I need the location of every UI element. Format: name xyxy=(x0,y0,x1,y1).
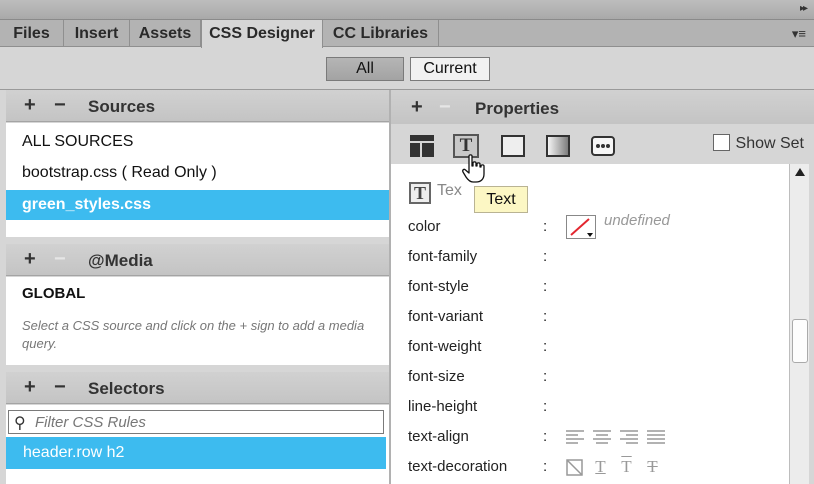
prop-row-font-size[interactable]: font-size : xyxy=(408,362,783,392)
property-category-bar: T Show Set xyxy=(391,124,814,164)
align-center-icon[interactable] xyxy=(593,430,611,444)
source-item-bootstrap[interactable]: bootstrap.css ( Read Only ) xyxy=(6,158,389,188)
prop-row-color: color : undefined xyxy=(408,212,783,242)
sources-title: Sources xyxy=(88,97,156,116)
prop-colon: : xyxy=(543,458,548,475)
underline-icon[interactable]: T xyxy=(592,457,609,477)
filter-css-rules-input[interactable] xyxy=(35,413,375,431)
background-icon[interactable] xyxy=(545,134,571,158)
tab-cc-libraries[interactable]: CC Libraries xyxy=(323,20,439,47)
prop-colon: : xyxy=(543,338,548,355)
media-header: + − @Media xyxy=(6,244,389,276)
prop-row-font-style[interactable]: font-style : xyxy=(408,272,783,302)
panel-title-strip: ▸▸ xyxy=(0,0,814,20)
prop-colon: : xyxy=(543,308,548,325)
view-toggle: All Current xyxy=(0,57,814,81)
color-value[interactable]: undefined xyxy=(604,212,670,229)
media-title: @Media xyxy=(88,251,153,270)
selectors-header: + − Selectors xyxy=(6,372,389,404)
text-section-label: Tex xyxy=(437,182,462,199)
prop-name: text-align xyxy=(408,428,469,445)
double-chevron-right-icon[interactable]: ▸▸ xyxy=(800,3,808,14)
tooltip: Text xyxy=(474,186,528,213)
prop-name: font-weight xyxy=(408,338,482,355)
prop-colon: : xyxy=(543,398,548,415)
align-right-icon[interactable] xyxy=(620,430,638,444)
show-set-checkbox[interactable]: Show Set xyxy=(712,134,804,156)
panel-menu-icon[interactable]: ▾≡ xyxy=(792,26,806,42)
show-set-label: Show Set xyxy=(735,135,804,152)
checkbox-icon[interactable] xyxy=(712,134,730,151)
remove-selector-button[interactable]: − xyxy=(54,376,66,399)
tab-files[interactable]: Files xyxy=(0,20,64,47)
filter-css-rules: ⚲ xyxy=(8,410,384,434)
color-swatch[interactable] xyxy=(566,215,596,239)
add-source-button[interactable]: + xyxy=(24,94,36,117)
prop-name: text-decoration xyxy=(408,458,508,475)
prop-row-line-height[interactable]: line-height : xyxy=(408,392,783,422)
media-list: GLOBAL Select a CSS source and click on … xyxy=(6,277,389,365)
line-through-icon[interactable]: T xyxy=(644,457,661,477)
hand-pointer-icon xyxy=(462,154,485,183)
prop-colon: : xyxy=(543,248,548,265)
prop-colon: : xyxy=(543,368,548,385)
selectors-title: Selectors xyxy=(88,379,165,398)
border-icon[interactable] xyxy=(500,134,526,158)
layout-icon[interactable] xyxy=(409,134,435,158)
tab-css-designer[interactable]: CSS Designer xyxy=(201,20,323,48)
tab-insert[interactable]: Insert xyxy=(64,20,130,47)
prop-colon: : xyxy=(543,218,548,235)
prop-name: color xyxy=(408,218,441,235)
source-item-green-styles[interactable]: green_styles.css xyxy=(6,190,389,220)
media-global-item[interactable]: GLOBAL xyxy=(22,285,85,302)
prop-name: font-variant xyxy=(408,308,484,325)
panel-tab-bar: Files Insert Assets CSS Designer CC Libr… xyxy=(0,20,814,48)
sources-header: + − Sources xyxy=(6,90,389,122)
properties-scrollbar[interactable] xyxy=(789,164,809,484)
scroll-up-arrow-icon[interactable] xyxy=(795,168,805,176)
add-selector-button[interactable]: + xyxy=(24,376,36,399)
add-media-button[interactable]: + xyxy=(24,248,36,271)
text-section-icon: T xyxy=(409,182,431,204)
prop-name: line-height xyxy=(408,398,478,415)
prop-name: font-style xyxy=(408,278,469,295)
text-section-title: T Tex xyxy=(409,182,462,204)
prop-row-text-align: text-align : xyxy=(408,422,783,452)
remove-property-button[interactable]: − xyxy=(439,96,451,119)
prop-colon: : xyxy=(543,278,548,295)
overline-icon[interactable]: T xyxy=(618,457,635,477)
remove-source-button[interactable]: − xyxy=(54,94,66,117)
prop-name: font-size xyxy=(408,368,465,385)
properties-header: + − Properties xyxy=(391,90,814,124)
prop-name: font-family xyxy=(408,248,478,265)
current-button[interactable]: Current xyxy=(410,57,490,81)
tab-assets[interactable]: Assets xyxy=(130,20,201,47)
prop-row-font-weight[interactable]: font-weight : xyxy=(408,332,783,362)
media-hint: Select a CSS source and click on the + s… xyxy=(22,318,365,351)
prop-row-text-decoration: text-decoration : T T T xyxy=(408,452,783,482)
all-button[interactable]: All xyxy=(326,57,404,81)
prop-row-font-family[interactable]: font-family : xyxy=(408,242,783,272)
add-property-button[interactable]: + xyxy=(411,96,423,119)
prop-row-font-variant[interactable]: font-variant : xyxy=(408,302,783,332)
sources-list: ALL SOURCES bootstrap.css ( Read Only ) … xyxy=(6,123,389,237)
properties-list: T Tex color : undefined font-family : fon… xyxy=(391,164,789,484)
properties-title: Properties xyxy=(475,99,560,118)
selector-item[interactable]: header.row h2 xyxy=(6,437,386,469)
text-decoration-options: T T T xyxy=(566,452,661,482)
remove-media-button[interactable]: − xyxy=(54,248,66,271)
source-item-all[interactable]: ALL SOURCES xyxy=(6,127,389,157)
none-icon[interactable] xyxy=(566,458,583,476)
prop-colon: : xyxy=(543,428,548,445)
search-icon: ⚲ xyxy=(14,415,26,432)
text-align-options xyxy=(566,422,665,452)
align-justify-icon[interactable] xyxy=(647,430,665,444)
scroll-thumb[interactable] xyxy=(792,319,808,363)
more-icon[interactable] xyxy=(590,134,616,158)
align-left-icon[interactable] xyxy=(566,430,584,444)
